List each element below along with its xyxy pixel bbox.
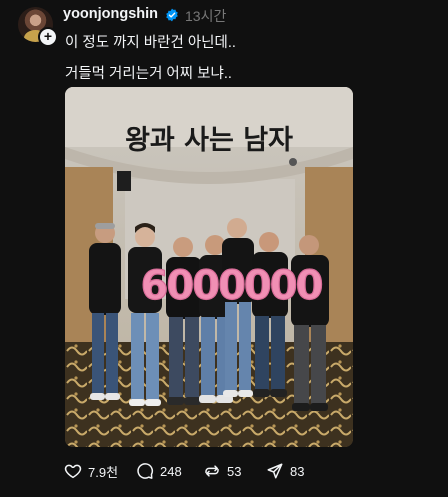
- speaker: [117, 171, 131, 191]
- action-bar: 7.9천 248 53 83: [0, 458, 448, 484]
- thread-post: + yoonjongshin 13시간 이 정도 까지 바란건 아닌데.. 거들…: [0, 0, 448, 497]
- share-button[interactable]: 83: [266, 458, 304, 484]
- reply-button[interactable]: 248: [136, 458, 182, 484]
- post-time: 13시간: [185, 8, 227, 24]
- repost-icon: [205, 465, 219, 477]
- repost-count: 53: [227, 463, 242, 479]
- post-image-scene: 왕과 사는 남자 6000000: [65, 87, 353, 447]
- verified-icon: [166, 8, 178, 22]
- comment-icon: [137, 463, 154, 479]
- repost-button[interactable]: 53: [203, 458, 241, 484]
- heart-icon: [64, 464, 82, 479]
- like-count: 7.9천: [88, 464, 119, 480]
- follow-plus-icon[interactable]: +: [38, 27, 58, 47]
- reply-count: 248: [160, 463, 182, 479]
- balloon-number: 6000000: [141, 263, 322, 309]
- share-icon: [267, 463, 283, 479]
- like-button[interactable]: 7.9천: [64, 458, 118, 484]
- post-text-line-2: 거들먹 거리는거 어찌 보냐..: [65, 66, 232, 82]
- post-text-line-1: 이 정도 까지 바란건 아닌데..: [65, 35, 236, 51]
- post-image[interactable]: 왕과 사는 남자 6000000: [65, 87, 353, 447]
- wall-calligraphy: 왕과 사는 남자: [125, 125, 293, 156]
- username[interactable]: yoonjongshin: [63, 6, 158, 22]
- share-count: 83: [290, 463, 305, 479]
